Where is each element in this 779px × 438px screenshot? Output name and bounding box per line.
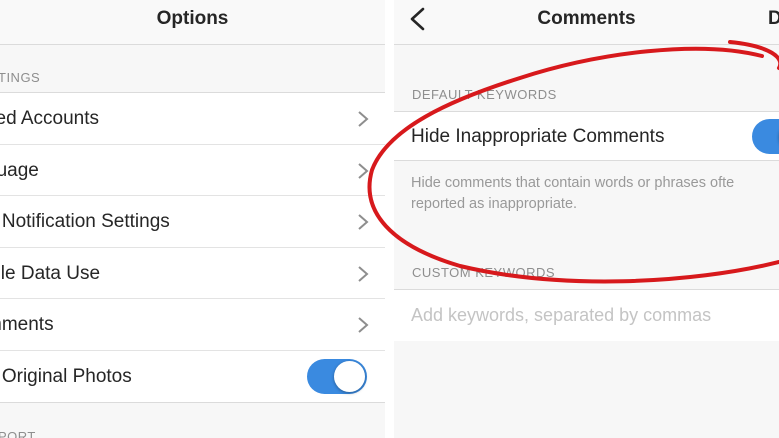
page-title: Comments [537, 8, 636, 29]
page-title: Options [156, 8, 229, 29]
list-item-push-notification-settings[interactable]: h Notification Settings [0, 196, 385, 248]
chevron-right-icon [358, 265, 369, 282]
description-line: Hide comments that contain words or phra… [411, 175, 735, 191]
section-header-custom-keywords: CUSTOM KEYWORDS [412, 265, 556, 280]
list-item-label: guage [0, 159, 39, 181]
options-navbar: Options [0, 0, 385, 45]
list-item-language[interactable]: guage [0, 145, 385, 196]
section-header-support: PORT [0, 429, 36, 438]
hide-inappropriate-comments-label: Hide Inappropriate Comments [411, 126, 665, 147]
description-line: reported as inappropriate. [411, 196, 578, 212]
list-item-label: e Original Photos [0, 365, 132, 387]
pane-divider [385, 0, 394, 438]
list-item-label: bile Data Use [0, 262, 101, 284]
list-item-label: h Notification Settings [0, 211, 170, 232]
list-item-label: ked Accounts [0, 108, 100, 129]
custom-keywords-input[interactable] [394, 289, 779, 341]
toggle-knob [334, 360, 365, 392]
hide-inappropriate-comments-row: Hide Inappropriate Comments [394, 111, 779, 161]
options-screen: Options TINGS ked Accounts guage h Notif… [0, 0, 385, 438]
save-original-photos-toggle[interactable] [307, 358, 367, 394]
list-item-comments[interactable]: mments [0, 299, 385, 351]
section-header-default-keywords: DEFAULT KEYWORDS [412, 87, 557, 102]
done-button[interactable]: D [768, 0, 779, 38]
section-header-settings: TINGS [0, 70, 41, 85]
chevron-right-icon [358, 214, 369, 230]
comments-screen: Comments D DEFAULT KEYWORDS Hide Inappro… [394, 0, 779, 438]
hide-comments-description: Hide comments that contain words or phra… [411, 173, 779, 215]
chevron-right-icon [358, 317, 369, 333]
comments-navbar: Comments D [394, 0, 779, 45]
list-item-save-original-photos: e Original Photos [0, 351, 385, 403]
list-item-label: mments [0, 314, 54, 335]
chevron-right-icon [358, 111, 369, 127]
chevron-right-icon [358, 162, 369, 179]
list-item-mobile-data-use[interactable]: bile Data Use [0, 248, 385, 299]
hide-inappropriate-comments-toggle[interactable] [752, 119, 779, 154]
options-list: ked Accounts guage h Notification Settin… [0, 92, 385, 403]
list-item-linked-accounts[interactable]: ked Accounts [0, 93, 385, 145]
